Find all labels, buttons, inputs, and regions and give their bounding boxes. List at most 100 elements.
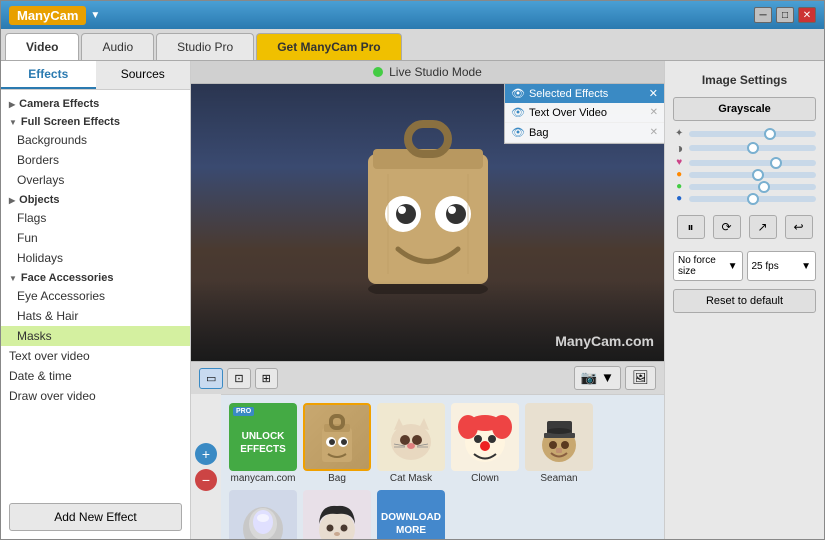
sliders-container: ✦ ◑ ♥ ●: [673, 127, 816, 205]
category-full-screen-effects[interactable]: ▼ Full Screen Effects: [1, 112, 190, 130]
add-remove-controls: + −: [191, 394, 221, 539]
saturation-icon: ♥: [673, 157, 685, 168]
reset-button[interactable]: Reset to default: [673, 289, 816, 313]
fps-label: 25 fps: [752, 261, 779, 272]
bag-character: [338, 94, 518, 294]
center-panel: Live Studio Mode: [191, 61, 664, 539]
item-overlays[interactable]: Overlays: [1, 170, 190, 190]
brightness-icon: ✦: [673, 128, 685, 139]
item-masks[interactable]: Masks: [1, 326, 190, 346]
fps-select[interactable]: 25 fps ▼: [747, 251, 817, 281]
hue-green-slider[interactable]: [689, 184, 816, 190]
item-date-time[interactable]: Date & time: [1, 366, 190, 386]
app-menu-arrow[interactable]: ▼: [90, 10, 100, 21]
thumbnail-bag[interactable]: Bag: [303, 403, 371, 484]
grayscale-button[interactable]: Grayscale: [673, 97, 816, 121]
tab-sources[interactable]: Sources: [96, 61, 191, 89]
undo-button[interactable]: ↩: [785, 215, 813, 239]
refresh-button[interactable]: ⟳: [713, 215, 741, 239]
item-backgrounds[interactable]: Backgrounds: [1, 130, 190, 150]
tab-get-manycam-pro[interactable]: Get ManyCam Pro: [256, 33, 401, 60]
category-label: Face Accessories: [21, 272, 114, 284]
item-borders[interactable]: Borders: [1, 150, 190, 170]
seaman-thumb-icon: [532, 407, 587, 467]
remove-effect-button[interactable]: −: [195, 469, 217, 491]
view-btn-2[interactable]: ⊡: [227, 368, 250, 389]
close-icon[interactable]: ✕: [649, 87, 658, 100]
tab-audio[interactable]: Audio: [81, 33, 154, 60]
remove-effect-button[interactable]: ✕: [650, 107, 658, 118]
window-controls: ─ □ ✕: [754, 7, 816, 23]
item-holidays[interactable]: Holidays: [1, 248, 190, 268]
thumb-label: Clown: [471, 473, 499, 484]
left-tabs: Effects Sources: [1, 61, 190, 90]
arrow-icon: ▶: [9, 100, 15, 109]
item-fun[interactable]: Fun: [1, 228, 190, 248]
tab-effects[interactable]: Effects: [1, 61, 96, 89]
item-hats-hair[interactable]: Hats & Hair: [1, 306, 190, 326]
arrow-icon: ▶: [9, 196, 15, 205]
tab-studio-pro[interactable]: Studio Pro: [156, 33, 254, 60]
thumbnail-seaman[interactable]: Seaman: [525, 403, 593, 484]
category-label: Camera Effects: [19, 98, 99, 110]
hue-green-icon: ●: [673, 181, 685, 192]
size-select[interactable]: No force size ▼: [673, 251, 743, 281]
thumbnail-spaceman[interactable]: Spaceman: [229, 490, 297, 539]
hue-blue-icon: ●: [673, 193, 685, 204]
thumb-label: Seaman: [540, 473, 577, 484]
add-effect-button[interactable]: +: [195, 443, 217, 465]
effects-list: ▶ Camera Effects ▼ Full Screen Effects B…: [1, 90, 190, 495]
category-label: Full Screen Effects: [21, 116, 120, 128]
brightness-slider[interactable]: [689, 131, 816, 137]
slider-row-saturation: ♥: [673, 157, 816, 168]
app-window: ManyCam ▼ ─ □ ✕ Video Audio Studio Pro G…: [0, 0, 825, 540]
left-panel: Effects Sources ▶ Camera Effects ▼ Full …: [1, 61, 191, 539]
view-btn-1[interactable]: ▭: [199, 368, 223, 389]
slider-row-hue-green: ●: [673, 181, 816, 192]
item-eye-accessories[interactable]: Eye Accessories: [1, 286, 190, 306]
pro-badge: PRO: [233, 407, 254, 416]
thumbnail-download[interactable]: DOWNLOADMORE manycam.com: [377, 490, 445, 539]
category-objects[interactable]: ▶ Objects: [1, 190, 190, 208]
effects-thumbnails: PRO UNLOCKEFFECTS manycam.com: [221, 394, 664, 539]
live-indicator: [373, 67, 383, 77]
fps-arrow: ▼: [801, 261, 811, 272]
snapshot-button[interactable]: 🖼: [625, 366, 656, 390]
camera-button[interactable]: 📷 ▼: [574, 366, 622, 390]
thumbnail-clown[interactable]: Clown: [451, 403, 519, 484]
category-face-accessories[interactable]: ▼ Face Accessories: [1, 268, 190, 286]
video-area: ManyCam.com 👁 Selected Effects ✕ 👁: [191, 84, 664, 361]
share-button[interactable]: ↗: [749, 215, 777, 239]
item-text-over-video[interactable]: Text over video: [1, 346, 190, 366]
view-btn-3[interactable]: ⊞: [255, 368, 278, 389]
image-settings-title: Image Settings: [673, 69, 816, 91]
right-panel: Image Settings Grayscale ✦ ◑ ♥: [664, 61, 824, 539]
thumbnail-cat-mask[interactable]: Cat Mask: [377, 403, 445, 484]
item-draw-over-video[interactable]: Draw over video: [1, 386, 190, 406]
category-camera-effects[interactable]: ▶ Camera Effects: [1, 94, 190, 112]
unlock-text: UNLOCKEFFECTS: [240, 430, 286, 456]
video-header: Live Studio Mode: [191, 61, 664, 84]
thumbnail-unlock[interactable]: PRO UNLOCKEFFECTS manycam.com: [229, 403, 297, 484]
main-content: Effects Sources ▶ Camera Effects ▼ Full …: [1, 61, 824, 539]
contrast-slider[interactable]: [689, 145, 816, 151]
maximize-button[interactable]: □: [776, 7, 794, 23]
close-button[interactable]: ✕: [798, 7, 816, 23]
manycam-watermark: ManyCam.com: [555, 333, 654, 349]
thumbnail-vampire[interactable]: Vampire: [303, 490, 371, 539]
minimize-button[interactable]: ─: [754, 7, 772, 23]
effect-row-bag: 👁 Bag ✕: [505, 123, 664, 143]
add-new-effect-button[interactable]: Add New Effect: [9, 503, 182, 531]
tab-video[interactable]: Video: [5, 33, 79, 60]
item-flags[interactable]: Flags: [1, 208, 190, 228]
hue-orange-slider[interactable]: [689, 172, 816, 178]
eye-icon[interactable]: 👁: [511, 126, 525, 139]
pause-button[interactable]: ⏸: [677, 215, 705, 239]
arrow-icon: ▼: [9, 118, 17, 127]
saturation-slider[interactable]: [689, 160, 816, 166]
spaceman-thumb-icon: [236, 494, 291, 539]
hue-blue-slider[interactable]: [689, 196, 816, 202]
eye-icon[interactable]: 👁: [511, 106, 525, 119]
app-logo[interactable]: ManyCam: [9, 6, 86, 25]
remove-effect-button[interactable]: ✕: [650, 127, 658, 138]
